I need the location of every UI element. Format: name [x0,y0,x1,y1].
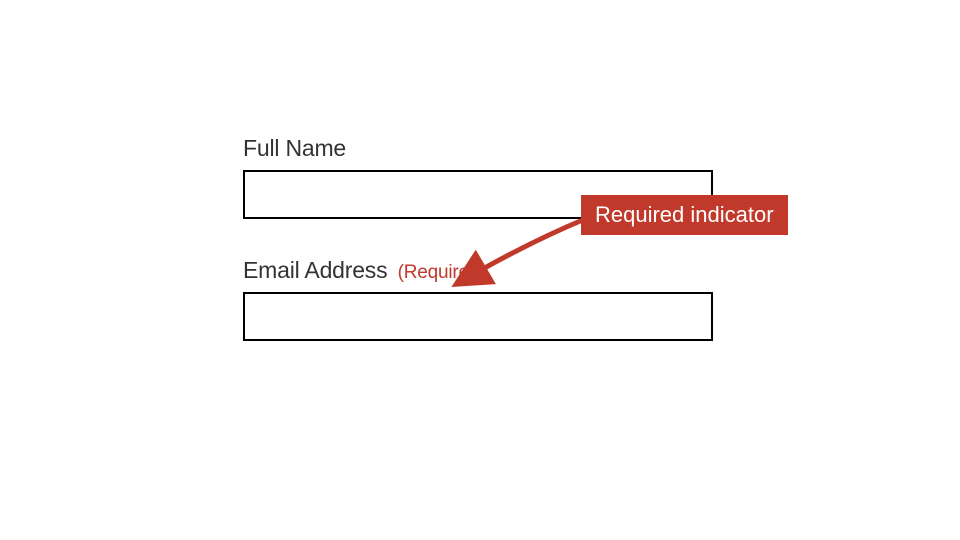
fullname-label-text: Full Name [243,135,346,161]
callout-text: Required indicator [595,202,774,227]
field-group-email: Email Address (Required) [243,257,713,341]
email-label-text: Email Address [243,257,387,283]
required-indicator: (Required) [398,262,486,283]
email-label: Email Address (Required) [243,257,713,284]
callout-label: Required indicator [581,195,788,235]
email-input[interactable] [243,292,713,341]
fullname-label: Full Name [243,135,713,162]
form-container: Full Name Email Address (Required) [243,135,713,379]
